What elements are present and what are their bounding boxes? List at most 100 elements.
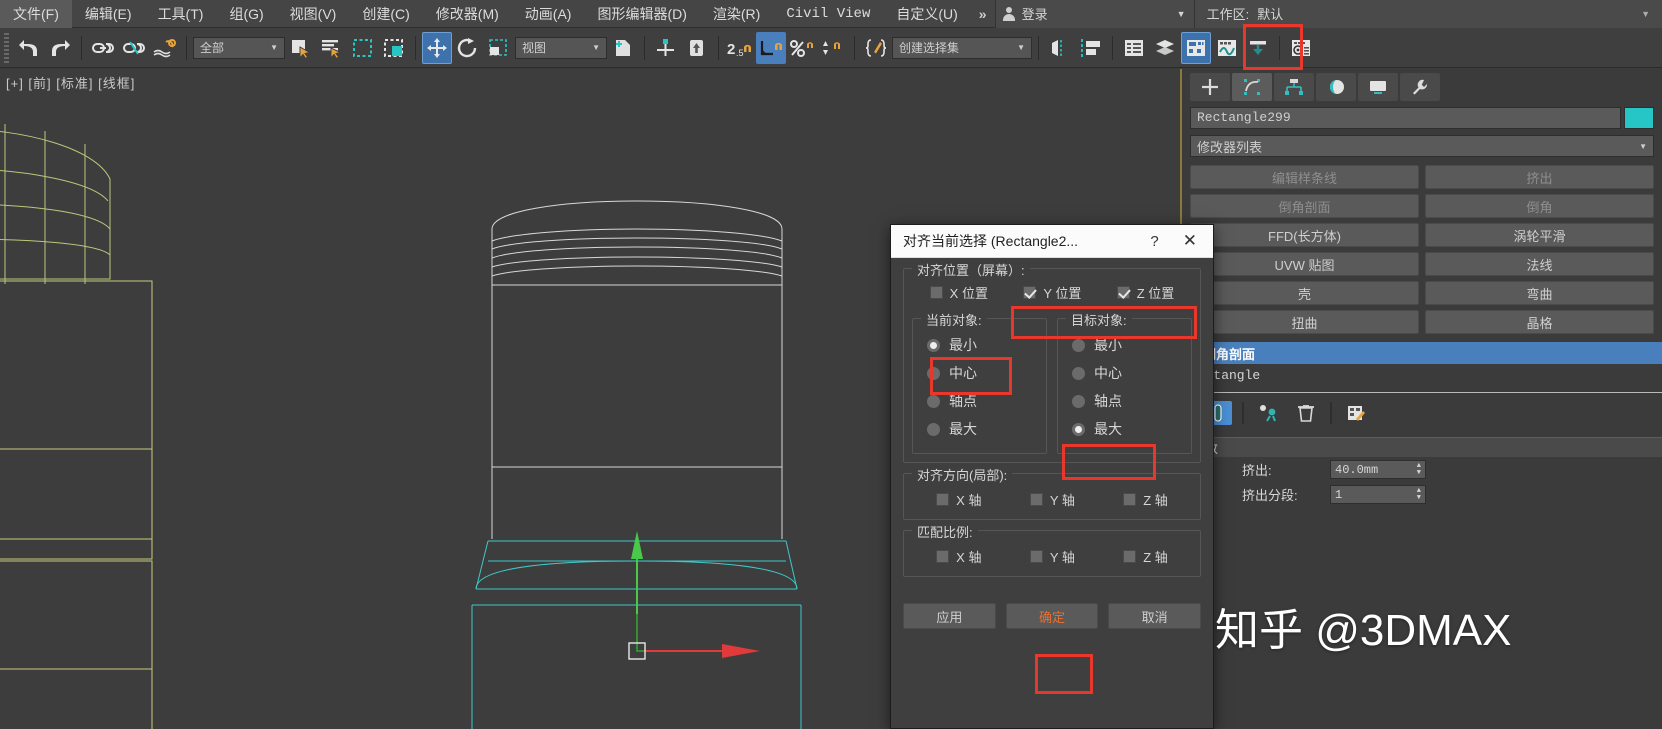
menu-item-customize[interactable]: 自定义(U)	[883, 0, 970, 28]
menu-item-file[interactable]: 文件(F)	[0, 0, 72, 28]
menu-item-tools[interactable]: 工具(T)	[145, 0, 217, 28]
select-and-place-icon[interactable]	[682, 32, 712, 64]
tab-motion[interactable]	[1316, 72, 1356, 101]
unlink-selection-icon[interactable]	[119, 32, 149, 64]
menu-item-rendering[interactable]: 渲染(R)	[700, 0, 773, 28]
checkbox-orientation-x-axis[interactable]: X 轴	[936, 490, 981, 509]
checkbox-z-position[interactable]: Z 位置	[1116, 283, 1174, 302]
toggle-layer-explorer-icon[interactable]	[1150, 32, 1180, 64]
redo-icon[interactable]	[45, 32, 75, 64]
select-and-scale-icon[interactable]	[484, 32, 514, 64]
menu-item-modifiers[interactable]: 修改器(M)	[423, 0, 512, 28]
menu-overflow-chevron[interactable]: »	[971, 6, 995, 22]
close-icon[interactable]: ✕	[1173, 231, 1207, 251]
param-spinner-extrude[interactable]: 40.0mm ▲ ▼	[1330, 460, 1426, 479]
window-crossing-toggle-icon[interactable]	[379, 32, 409, 64]
modifier-button-bevel[interactable]: 倒角	[1425, 194, 1654, 218]
selection-filter-dropdown[interactable]: 全部 ▼	[193, 36, 285, 59]
rectangular-selection-region-icon[interactable]	[348, 32, 378, 64]
login-dropdown[interactable]: 登录 ▼	[994, 0, 1195, 28]
schematic-view-icon[interactable]	[1243, 32, 1273, 64]
spinner-arrows-icon[interactable]: ▲ ▼	[1417, 463, 1421, 477]
radio-current-center[interactable]: 中心	[927, 359, 1038, 387]
material-editor-icon[interactable]	[1286, 32, 1316, 64]
tab-hierarchy[interactable]	[1274, 72, 1314, 101]
tab-display[interactable]	[1358, 72, 1398, 101]
modifier-button-normal[interactable]: 法线	[1425, 252, 1654, 276]
radio-current-pivot[interactable]: 轴点	[927, 387, 1038, 415]
spinner-arrows-icon[interactable]: ▲ ▼	[1417, 488, 1421, 502]
toggle-ribbon-icon[interactable]	[1181, 31, 1211, 64]
curve-editor-icon[interactable]	[1212, 32, 1242, 64]
radio-target-minimum[interactable]: 最小	[1072, 331, 1183, 359]
modifier-button-turbosmooth[interactable]: 涡轮平滑	[1425, 223, 1654, 247]
apply-button[interactable]: 应用	[903, 603, 996, 629]
use-selection-center-icon[interactable]	[651, 32, 681, 64]
object-name-field[interactable]: Rectangle299	[1190, 107, 1621, 129]
object-color-swatch[interactable]	[1624, 107, 1654, 129]
modifier-button-edit-spline[interactable]: 编辑样条线	[1190, 165, 1419, 189]
checkbox-scale-z-axis[interactable]: Z 轴	[1123, 547, 1168, 566]
tab-modify[interactable]	[1232, 72, 1272, 101]
modifier-stack-item-bevel-profile[interactable]: 倒角剖面	[1182, 342, 1662, 364]
radio-current-minimum[interactable]: 最小	[927, 331, 1038, 359]
parameters-rollup-header[interactable]: 参数	[1182, 437, 1662, 457]
checkbox-y-position[interactable]: Y 位置	[1023, 283, 1081, 302]
angle-snap-toggle-icon[interactable]	[756, 31, 786, 64]
named-selection-sets-dropdown[interactable]: 创建选择集 ▼	[892, 36, 1032, 59]
workspace-selector[interactable]: 工作区: 默认 ▼	[1194, 0, 1662, 28]
menu-item-group[interactable]: 组(G)	[216, 0, 276, 28]
checkbox-x-position[interactable]: X 位置	[929, 283, 988, 302]
help-icon[interactable]: ?	[1136, 233, 1172, 250]
radio-target-maximum[interactable]: 最大	[1072, 415, 1183, 443]
menu-item-edit[interactable]: 编辑(E)	[72, 0, 145, 28]
checkbox-orientation-z-axis[interactable]: Z 轴	[1123, 490, 1168, 509]
modifier-button-uvw-map[interactable]: UVW 贴图	[1190, 252, 1419, 276]
bind-to-space-warp-icon[interactable]	[150, 32, 180, 64]
mirror-icon[interactable]	[1045, 32, 1075, 64]
menu-item-create[interactable]: 创建(C)	[349, 0, 422, 28]
modifier-button-twist[interactable]: 扭曲	[1190, 310, 1419, 334]
select-and-rotate-icon[interactable]	[453, 32, 483, 64]
make-unique-icon[interactable]	[1254, 401, 1282, 425]
menu-item-animation[interactable]: 动画(A)	[512, 0, 585, 28]
modifier-button-lattice[interactable]: 晶格	[1425, 310, 1654, 334]
reference-coordinate-dropdown[interactable]: 视图 ▼	[515, 36, 607, 59]
param-spinner-extrude-segments[interactable]: 1 ▲ ▼	[1330, 485, 1426, 504]
modifier-list-dropdown[interactable]: 修改器列表 ▼	[1190, 135, 1654, 157]
radio-current-maximum[interactable]: 最大	[927, 415, 1038, 443]
menu-item-civil-view[interactable]: Civil View	[773, 0, 883, 28]
modifier-button-shell[interactable]: 壳	[1190, 281, 1419, 305]
select-and-link-icon[interactable]	[88, 32, 118, 64]
toolbar-grip[interactable]	[4, 32, 9, 63]
select-object-icon[interactable]	[286, 32, 316, 64]
checkbox-orientation-y-axis[interactable]: Y 轴	[1029, 490, 1075, 509]
modifier-stack-item-rectangle[interactable]: Rectangle	[1182, 364, 1662, 386]
edit-named-selection-sets-icon[interactable]	[861, 32, 891, 64]
checkbox-scale-x-axis[interactable]: X 轴	[936, 547, 981, 566]
modifier-button-bevel-profile[interactable]: 倒角剖面	[1190, 194, 1419, 218]
spinner-snap-toggle-icon[interactable]	[818, 32, 848, 64]
modifier-button-bend[interactable]: 弯曲	[1425, 281, 1654, 305]
snaps-toggle-icon[interactable]: 2.5	[725, 32, 755, 64]
toggle-scene-explorer-icon[interactable]	[1119, 32, 1149, 64]
percent-snap-toggle-icon[interactable]	[787, 32, 817, 64]
modifier-button-extrude[interactable]: 挤出	[1425, 165, 1654, 189]
undo-icon[interactable]	[14, 32, 44, 64]
cancel-button[interactable]: 取消	[1108, 603, 1202, 629]
align-dialog[interactable]: 对齐当前选择 (Rectangle2... ? ✕ 对齐位置（屏幕）: X 位置…	[890, 224, 1214, 729]
align-icon[interactable]	[1076, 32, 1106, 64]
checkbox-scale-y-axis[interactable]: Y 轴	[1029, 547, 1075, 566]
configure-modifier-sets-icon[interactable]	[1342, 401, 1370, 425]
delete-modifier-icon[interactable]	[1292, 401, 1320, 425]
ok-button[interactable]: 确定	[1005, 603, 1099, 629]
use-pivot-point-center-icon[interactable]	[608, 32, 638, 64]
select-by-name-icon[interactable]	[317, 32, 347, 64]
modifier-button-ffd-box[interactable]: FFD(长方体)	[1190, 223, 1419, 247]
menu-item-views[interactable]: 视图(V)	[277, 0, 350, 28]
radio-target-center[interactable]: 中心	[1072, 359, 1183, 387]
radio-target-pivot[interactable]: 轴点	[1072, 387, 1183, 415]
tab-utilities[interactable]	[1400, 72, 1440, 101]
align-dialog-titlebar[interactable]: 对齐当前选择 (Rectangle2... ? ✕	[891, 225, 1213, 258]
select-and-move-icon[interactable]	[422, 31, 452, 64]
